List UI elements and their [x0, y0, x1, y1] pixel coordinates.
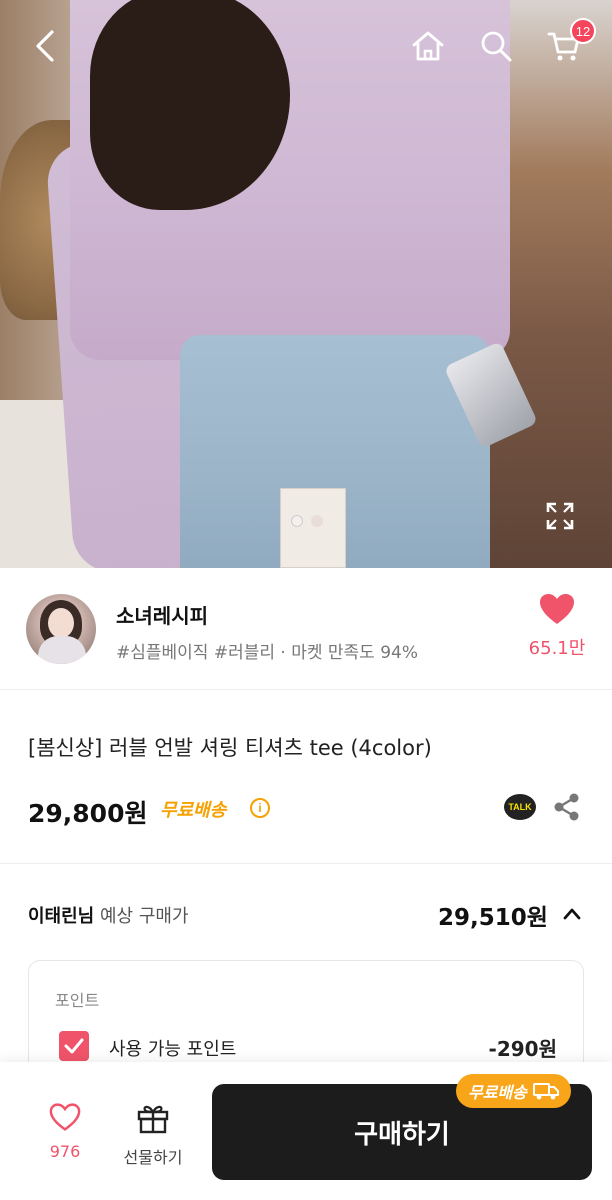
cart-count-badge: 12	[570, 18, 596, 44]
gift-icon	[137, 1105, 169, 1134]
expected-price: 29,510원	[438, 905, 548, 931]
use-points-checkbox[interactable]	[59, 1031, 89, 1061]
store-like-count: 65.1만	[528, 638, 586, 659]
bottom-action-bar: 976 선물하기 구매하기 무료배송	[0, 1062, 612, 1200]
store-like-button[interactable]: 65.1만	[522, 592, 592, 660]
user-name: 이태린님	[28, 906, 95, 927]
photo-tag	[280, 488, 346, 568]
points-value: -290원	[488, 1037, 557, 1061]
seller-section[interactable]: 소녀레시피 #심플베이직 #러블리 · 마켓 만족도 94% 65.1만	[0, 568, 612, 690]
cart-button[interactable]: 12	[540, 18, 596, 70]
free-shipping-label: 무료배송	[160, 800, 227, 821]
wishlist-count: 976	[49, 1142, 81, 1161]
expand-icon	[546, 502, 574, 530]
product-photo[interactable]: 12	[0, 0, 612, 568]
heart-filled-icon	[540, 594, 574, 624]
product-info: [봄신상] 러블 언발 셔링 티셔츠 tee (4color) 29,800원 …	[0, 690, 612, 864]
expected-price-label: 이태린님 예상 구매가	[28, 902, 189, 928]
expected-price-caption: 예상 구매가	[99, 906, 189, 927]
search-button[interactable]	[472, 22, 520, 70]
seller-avatar[interactable]	[26, 594, 96, 664]
free-shipping-pill: 무료배송	[456, 1074, 571, 1108]
share-button[interactable]	[552, 792, 582, 822]
expand-photo-button[interactable]	[536, 492, 584, 540]
wishlist-button[interactable]: 976	[30, 1102, 100, 1161]
heart-outline-icon	[49, 1103, 81, 1131]
back-button[interactable]	[22, 22, 70, 70]
home-icon	[412, 31, 444, 61]
info-icon[interactable]: i	[250, 798, 270, 818]
gift-label: 선물하기	[123, 1148, 183, 1167]
expected-price-section: 이태린님 예상 구매가 29,510원 포인트 사용 가능 포인트 -290원	[0, 864, 612, 1100]
points-title: 포인트	[55, 991, 100, 1010]
free-shipping-pill-label: 무료배송	[468, 1083, 527, 1102]
product-price: 29,800원	[28, 799, 148, 828]
collapse-button[interactable]	[560, 902, 584, 926]
chevron-up-icon	[563, 908, 581, 920]
gift-button[interactable]: 선물하기	[118, 1102, 188, 1168]
product-title: [봄신상] 러블 언발 셔링 티셔츠 tee (4color)	[28, 736, 432, 760]
seller-tags: #심플베이직 #러블리 · 마켓 만족도 94%	[116, 643, 419, 663]
points-label: 사용 가능 포인트	[109, 1039, 237, 1060]
kakao-talk-icon[interactable]: TALK	[504, 794, 536, 820]
home-button[interactable]	[404, 22, 452, 70]
search-icon	[481, 31, 512, 62]
truck-icon	[532, 1083, 559, 1100]
seller-name[interactable]: 소녀레시피	[116, 600, 208, 629]
share-icon	[554, 793, 579, 821]
chevron-left-icon	[36, 30, 54, 62]
check-icon	[64, 1038, 84, 1054]
